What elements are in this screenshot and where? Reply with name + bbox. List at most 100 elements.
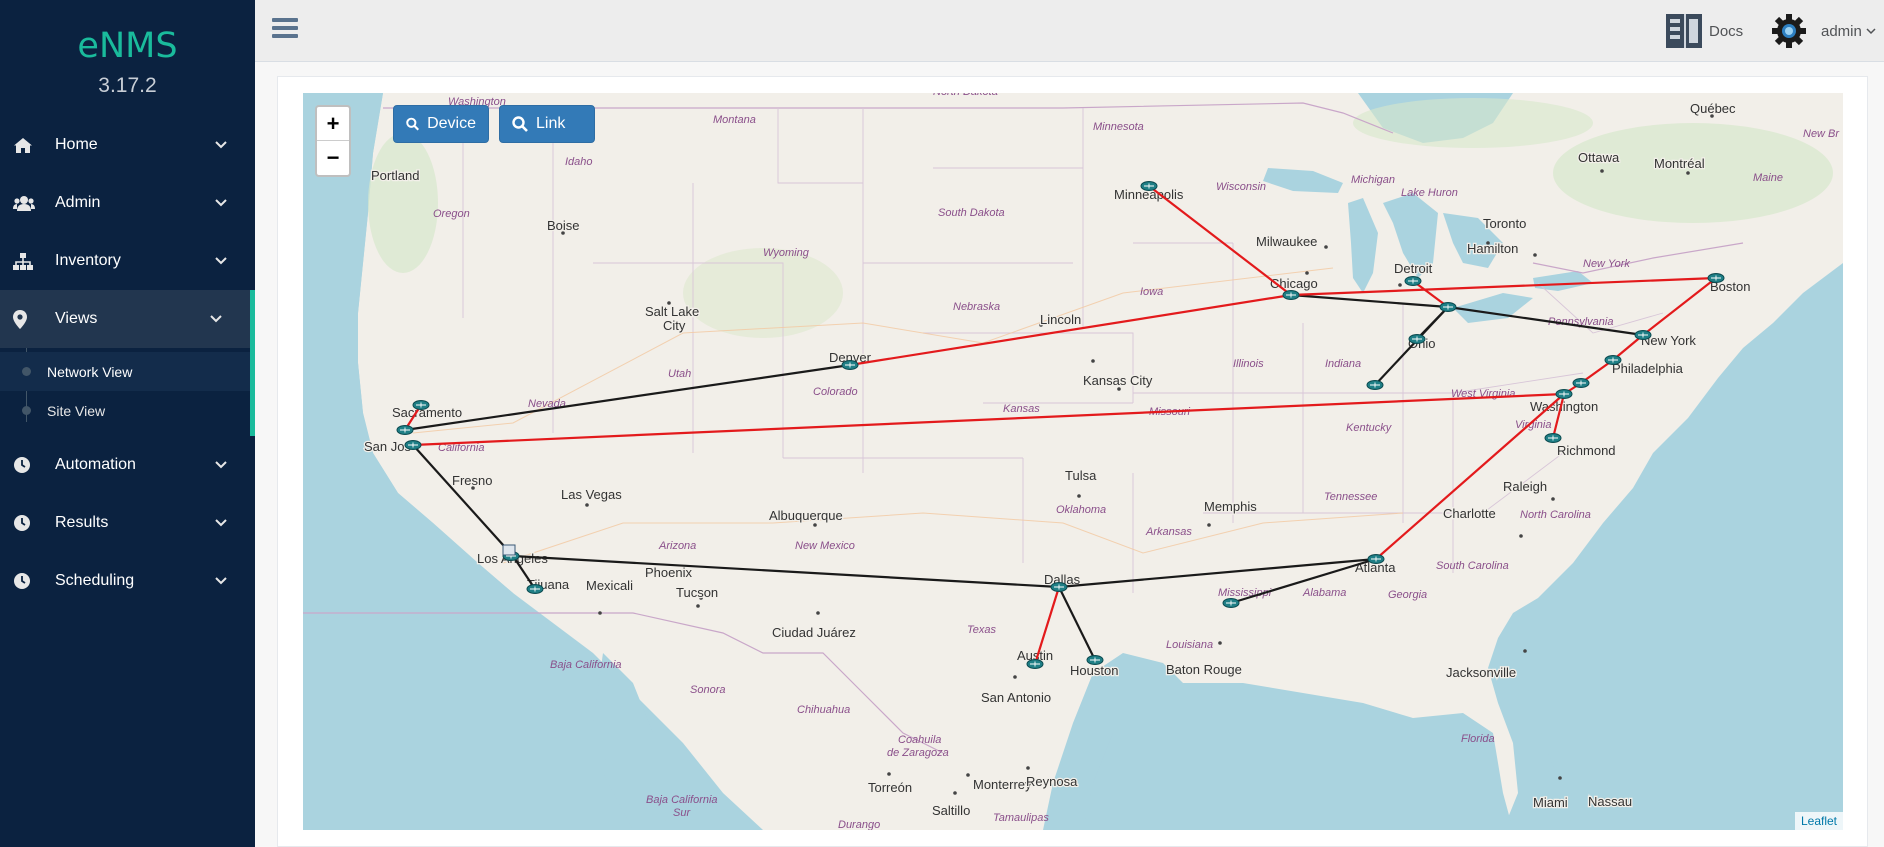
svg-text:Georgia: Georgia [1388,589,1427,601]
svg-text:Tennessee: Tennessee [1324,491,1377,503]
svg-text:Kentucky: Kentucky [1346,422,1393,434]
svg-text:Maine: Maine [1753,172,1783,184]
svg-text:Wyoming: Wyoming [763,247,810,259]
svg-text:Monterrey: Monterrey [973,777,1032,792]
svg-text:Las Vegas: Las Vegas [561,487,622,502]
brand: eNMS 3.17.2 [0,0,255,98]
svg-text:North Dakota: North Dakota [933,93,998,98]
side-menu: Home Admin Inventory Views Network View … [0,116,255,610]
username-label: admin [1821,22,1862,40]
clock-icon [13,572,37,590]
svg-text:Arkansas: Arkansas [1145,526,1192,538]
svg-text:Colorado: Colorado [813,386,858,398]
svg-text:North Carolina: North Carolina [1520,509,1591,521]
views-submenu: Network View Site View [0,348,255,436]
svg-text:City: City [663,318,686,333]
svg-text:Florida: Florida [1461,733,1495,745]
svg-text:Baja California: Baja California [646,794,718,806]
chevron-down-icon [215,199,233,207]
chevron-down-icon [215,519,233,527]
sidebar-item-results[interactable]: Results [0,494,255,552]
svg-text:New Mexico: New Mexico [795,540,855,552]
sidebar-item-home[interactable]: Home [0,116,255,174]
sidebar-item-label: Home [55,136,98,153]
home-icon [13,137,37,154]
svg-text:Memphis: Memphis [1204,499,1257,514]
chevron-down-icon [210,315,228,323]
svg-text:Tamaulipas: Tamaulipas [993,812,1049,824]
svg-text:Lincoln: Lincoln [1040,312,1081,327]
svg-text:Phoenix: Phoenix [645,565,692,580]
svg-text:Chihuahua: Chihuahua [797,704,850,716]
server-icon[interactable] [502,544,516,556]
map-attribution[interactable]: Leaflet [1794,812,1843,830]
svg-text:Mexicali: Mexicali [586,578,633,593]
sidebar-item-label: Scheduling [55,572,135,589]
svg-text:Charlotte: Charlotte [1443,506,1496,521]
svg-text:de Zaragoza: de Zaragoza [887,747,949,759]
svg-text:Nassau: Nassau [1588,794,1632,809]
app-name[interactable]: eNMS [0,26,255,66]
svg-text:Ciudad Juárez: Ciudad Juárez [772,625,856,640]
svg-text:Reynosa: Reynosa [1026,774,1078,789]
search-icon [512,116,528,132]
chevron-down-icon [1866,22,1876,40]
user-menu[interactable]: admin [1771,13,1876,49]
svg-text:Coahuila: Coahuila [898,734,941,746]
svg-text:Michigan: Michigan [1351,174,1395,186]
svg-text:Fresno: Fresno [452,473,492,488]
network-overlay: Washington Montana North Dakota Minnesot… [363,93,1841,830]
svg-text:Saltillo: Saltillo [932,803,970,818]
svg-text:Hamilton: Hamilton [1467,241,1518,256]
sidebar: eNMS 3.17.2 Home Admin Inventory Views N… [0,0,255,847]
svg-text:New York: New York [1583,258,1630,270]
svg-text:Torreón: Torreón [868,780,912,795]
search-device-label: Device [427,115,476,132]
search-link-button[interactable]: Link [499,105,595,143]
sitemap-icon [13,252,37,270]
svg-text:Philadelphia: Philadelphia [1612,361,1684,376]
zoom-out-button[interactable]: − [317,141,349,175]
svg-text:Louisiana: Louisiana [1166,639,1213,651]
svg-text:Albuquerque: Albuquerque [769,508,843,523]
sidebar-item-label: Results [55,514,109,531]
sidebar-item-views[interactable]: Views [0,290,255,348]
chevron-down-icon [215,141,233,149]
network-map[interactable]: Washington Montana North Dakota Minnesot… [303,93,1843,830]
svg-text:Richmond: Richmond [1557,443,1616,458]
sidebar-item-scheduling[interactable]: Scheduling [0,552,255,610]
svg-text:Indiana: Indiana [1325,358,1361,370]
svg-text:Kansas: Kansas [1003,403,1040,415]
svg-text:Lake Huron: Lake Huron [1401,187,1458,199]
zoom-in-button[interactable]: + [317,107,349,141]
sidebar-item-admin[interactable]: Admin [0,174,255,232]
gear-icon [1772,14,1806,48]
svg-text:Ottawa: Ottawa [1578,150,1620,165]
svg-text:Miami: Miami [1533,795,1568,810]
sidebar-item-inventory[interactable]: Inventory [0,232,255,290]
svg-text:San Antonio: San Antonio [981,690,1051,705]
sidebar-item-label: Automation [55,456,136,473]
svg-text:Utah: Utah [668,368,691,380]
svg-text:South Dakota: South Dakota [938,207,1005,219]
svg-text:Tulsa: Tulsa [1065,468,1097,483]
chevron-down-icon [215,577,233,585]
svg-text:Detroit: Detroit [1394,261,1433,276]
search-device-button[interactable]: Device [393,105,489,143]
sidebar-item-automation[interactable]: Automation [0,436,255,494]
svg-text:Idaho: Idaho [565,156,593,168]
sidebar-subitem-site-view[interactable]: Site View [0,391,250,430]
svg-text:New Br: New Br [1803,128,1840,140]
svg-text:Alabama: Alabama [1302,587,1346,599]
menu-toggle-icon[interactable] [272,16,298,45]
app-version: 3.17.2 [98,74,157,97]
svg-text:Montana: Montana [713,114,756,126]
svg-text:Illinois: Illinois [1233,358,1264,370]
svg-text:San Jos: San Jos [364,439,411,454]
sidebar-item-label: Inventory [55,252,121,269]
svg-text:Sur: Sur [673,807,691,819]
docs-link[interactable]: Docs [1665,13,1743,49]
book-icon [1666,14,1702,48]
sidebar-subitem-network-view[interactable]: Network View [0,352,250,391]
chevron-down-icon [215,461,233,469]
